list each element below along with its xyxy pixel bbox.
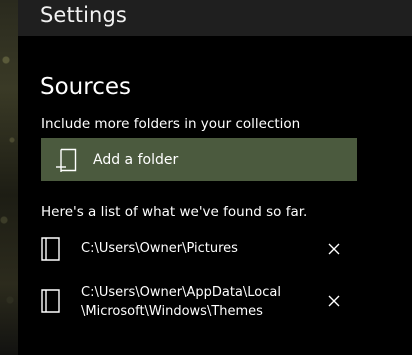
settings-window: Settings Sources Include more folders in… — [0, 0, 412, 355]
folder-list-item: C:\Users\Owner\AppData\Local \Microsoft\… — [41, 283, 361, 323]
page-title: Settings — [40, 3, 127, 27]
folder-path: C:\Users\Owner\Pictures — [81, 241, 238, 256]
section-title-sources: Sources — [40, 74, 131, 100]
folder-icon — [41, 289, 60, 313]
close-icon[interactable] — [326, 241, 342, 257]
add-folder-button[interactable]: Add a folder — [41, 138, 357, 181]
folder-path: C:\Users\Owner\AppData\Local \Microsoft\… — [81, 285, 281, 319]
folder-icon — [41, 237, 60, 261]
wallpaper-strip — [0, 0, 18, 355]
sources-panel: Sources Include more folders in your col… — [18, 36, 412, 355]
add-folder-icon — [56, 148, 77, 172]
found-folders-label: Here's a list of what we've found so far… — [41, 204, 308, 220]
header-bar: Settings — [18, 0, 412, 36]
folder-list-item: C:\Users\Owner\Pictures — [41, 235, 361, 263]
close-icon[interactable] — [326, 293, 342, 309]
add-folder-label: Add a folder — [93, 151, 179, 168]
include-folders-label: Include more folders in your collection — [41, 116, 301, 132]
